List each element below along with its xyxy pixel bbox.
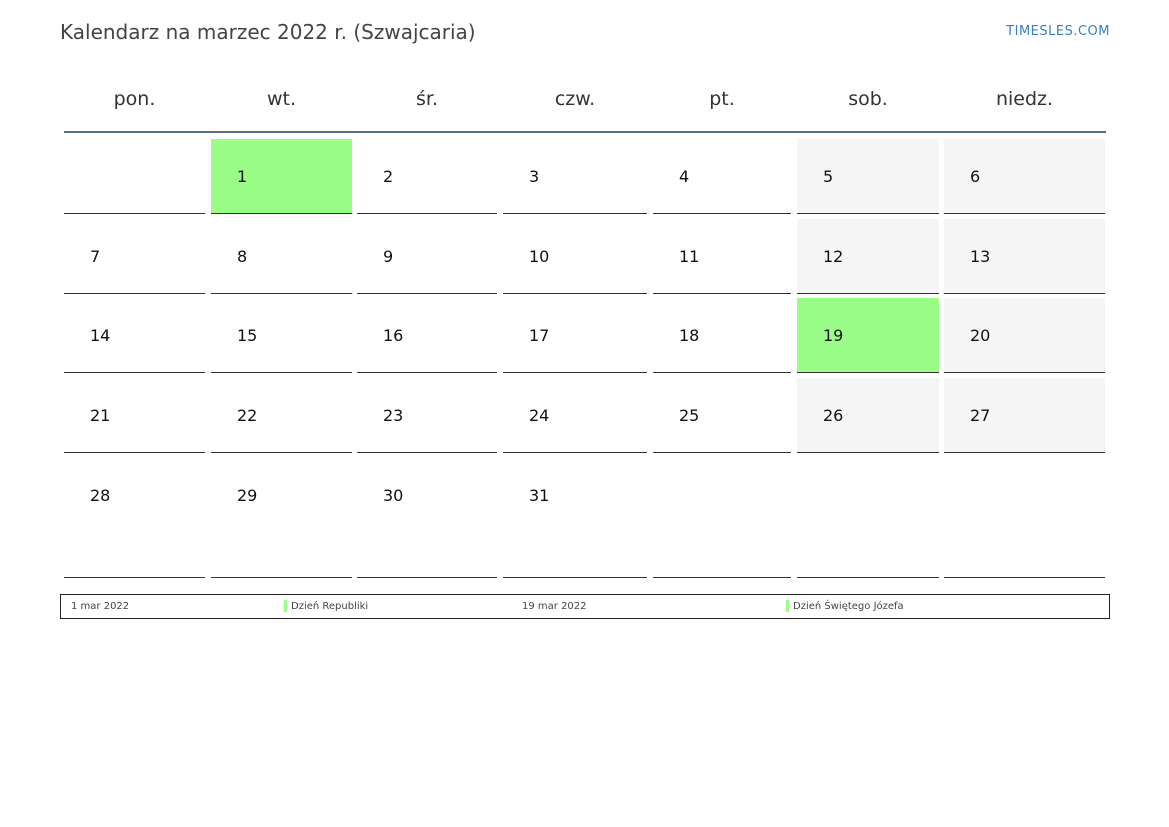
holiday-day-cell[interactable]: 19 <box>797 298 939 373</box>
day-number: 15 <box>237 326 258 345</box>
day-number: 19 <box>823 326 844 345</box>
day-number: 9 <box>383 247 394 266</box>
day-cell[interactable]: 18 <box>653 298 791 373</box>
day-cell[interactable]: 21 <box>64 378 205 453</box>
day-cell[interactable]: 7 <box>64 219 205 294</box>
day-cell[interactable]: 27 <box>944 378 1105 453</box>
day-number: 13 <box>970 247 991 266</box>
legend-date: 1 mar 2022 <box>71 601 130 612</box>
day-number: 30 <box>383 486 404 505</box>
day-number: 2 <box>383 167 394 186</box>
day-cell[interactable]: 30 <box>357 458 497 578</box>
day-cell[interactable]: 23 <box>357 378 497 453</box>
brand-link[interactable]: TIMESLES.COM <box>1006 24 1110 39</box>
day-number: 7 <box>90 247 101 266</box>
day-cell[interactable]: 25 <box>653 378 791 453</box>
day-number: 6 <box>970 167 981 186</box>
day-cell[interactable]: 15 <box>211 298 352 373</box>
day-cell[interactable]: 2 <box>357 139 497 214</box>
day-cell[interactable]: 28 <box>64 458 205 578</box>
legend-holiday-name: Dzień Świętego Józefa <box>793 601 904 612</box>
day-cell[interactable]: 24 <box>503 378 647 453</box>
day-cell[interactable]: 29 <box>211 458 352 578</box>
day-cell[interactable]: 11 <box>653 219 791 294</box>
day-number: 20 <box>970 326 991 345</box>
day-number: 28 <box>90 486 111 505</box>
weekday-header: sob. <box>848 88 888 110</box>
day-number: 17 <box>529 326 550 345</box>
day-number: 18 <box>679 326 700 345</box>
legend-date: 19 mar 2022 <box>522 601 587 612</box>
header-divider <box>64 131 1106 133</box>
day-cell[interactable]: 4 <box>653 139 791 214</box>
day-number: 3 <box>529 167 540 186</box>
day-number: 26 <box>823 406 844 425</box>
day-number: 5 <box>823 167 834 186</box>
day-number: 21 <box>90 406 111 425</box>
weekday-header: niedz. <box>995 88 1054 110</box>
day-number: 27 <box>970 406 991 425</box>
day-number: 23 <box>383 406 404 425</box>
weekday-header: śr. <box>415 88 438 110</box>
empty-day-cell <box>944 458 1105 578</box>
day-number: 16 <box>383 326 404 345</box>
day-number: 8 <box>237 247 248 266</box>
day-number: 4 <box>679 167 690 186</box>
day-number: 14 <box>90 326 111 345</box>
day-number: 22 <box>237 406 258 425</box>
day-cell[interactable]: 13 <box>944 219 1105 294</box>
day-number: 29 <box>237 486 258 505</box>
day-number: 31 <box>529 486 550 505</box>
day-cell[interactable]: 8 <box>211 219 352 294</box>
day-cell[interactable]: 14 <box>64 298 205 373</box>
day-cell[interactable]: 26 <box>797 378 939 453</box>
day-number: 24 <box>529 406 550 425</box>
empty-day-cell <box>653 458 791 578</box>
weekday-header: pon. <box>113 88 156 110</box>
empty-day-cell <box>797 458 939 578</box>
day-cell[interactable]: 12 <box>797 219 939 294</box>
holiday-legend: 1 mar 2022 Dzień Republiki 19 mar 2022 D… <box>60 594 1110 619</box>
day-cell[interactable]: 6 <box>944 139 1105 214</box>
day-cell[interactable]: 22 <box>211 378 352 453</box>
page-title: Kalendarz na marzec 2022 r. (Szwajcaria) <box>60 20 476 44</box>
day-cell[interactable]: 9 <box>357 219 497 294</box>
day-number: 10 <box>529 247 550 266</box>
weekday-header: wt. <box>266 88 297 110</box>
weekday-header: czw. <box>554 88 596 110</box>
day-number: 11 <box>679 247 700 266</box>
day-cell[interactable]: 10 <box>503 219 647 294</box>
day-cell[interactable]: 31 <box>503 458 647 578</box>
legend-holiday-name: Dzień Republiki <box>291 601 369 612</box>
legend-color-marker <box>786 600 789 612</box>
day-cell[interactable]: 17 <box>503 298 647 373</box>
day-number: 12 <box>823 247 844 266</box>
holiday-day-cell[interactable]: 1 <box>211 139 352 214</box>
day-cell[interactable]: 5 <box>797 139 939 214</box>
day-number: 25 <box>679 406 700 425</box>
weekday-header: pt. <box>709 88 735 110</box>
day-cell[interactable]: 20 <box>944 298 1105 373</box>
day-cell[interactable]: 3 <box>503 139 647 214</box>
day-cell[interactable]: 16 <box>357 298 497 373</box>
empty-day-cell <box>64 139 205 214</box>
legend-color-marker <box>284 600 287 612</box>
day-number: 1 <box>237 167 248 186</box>
